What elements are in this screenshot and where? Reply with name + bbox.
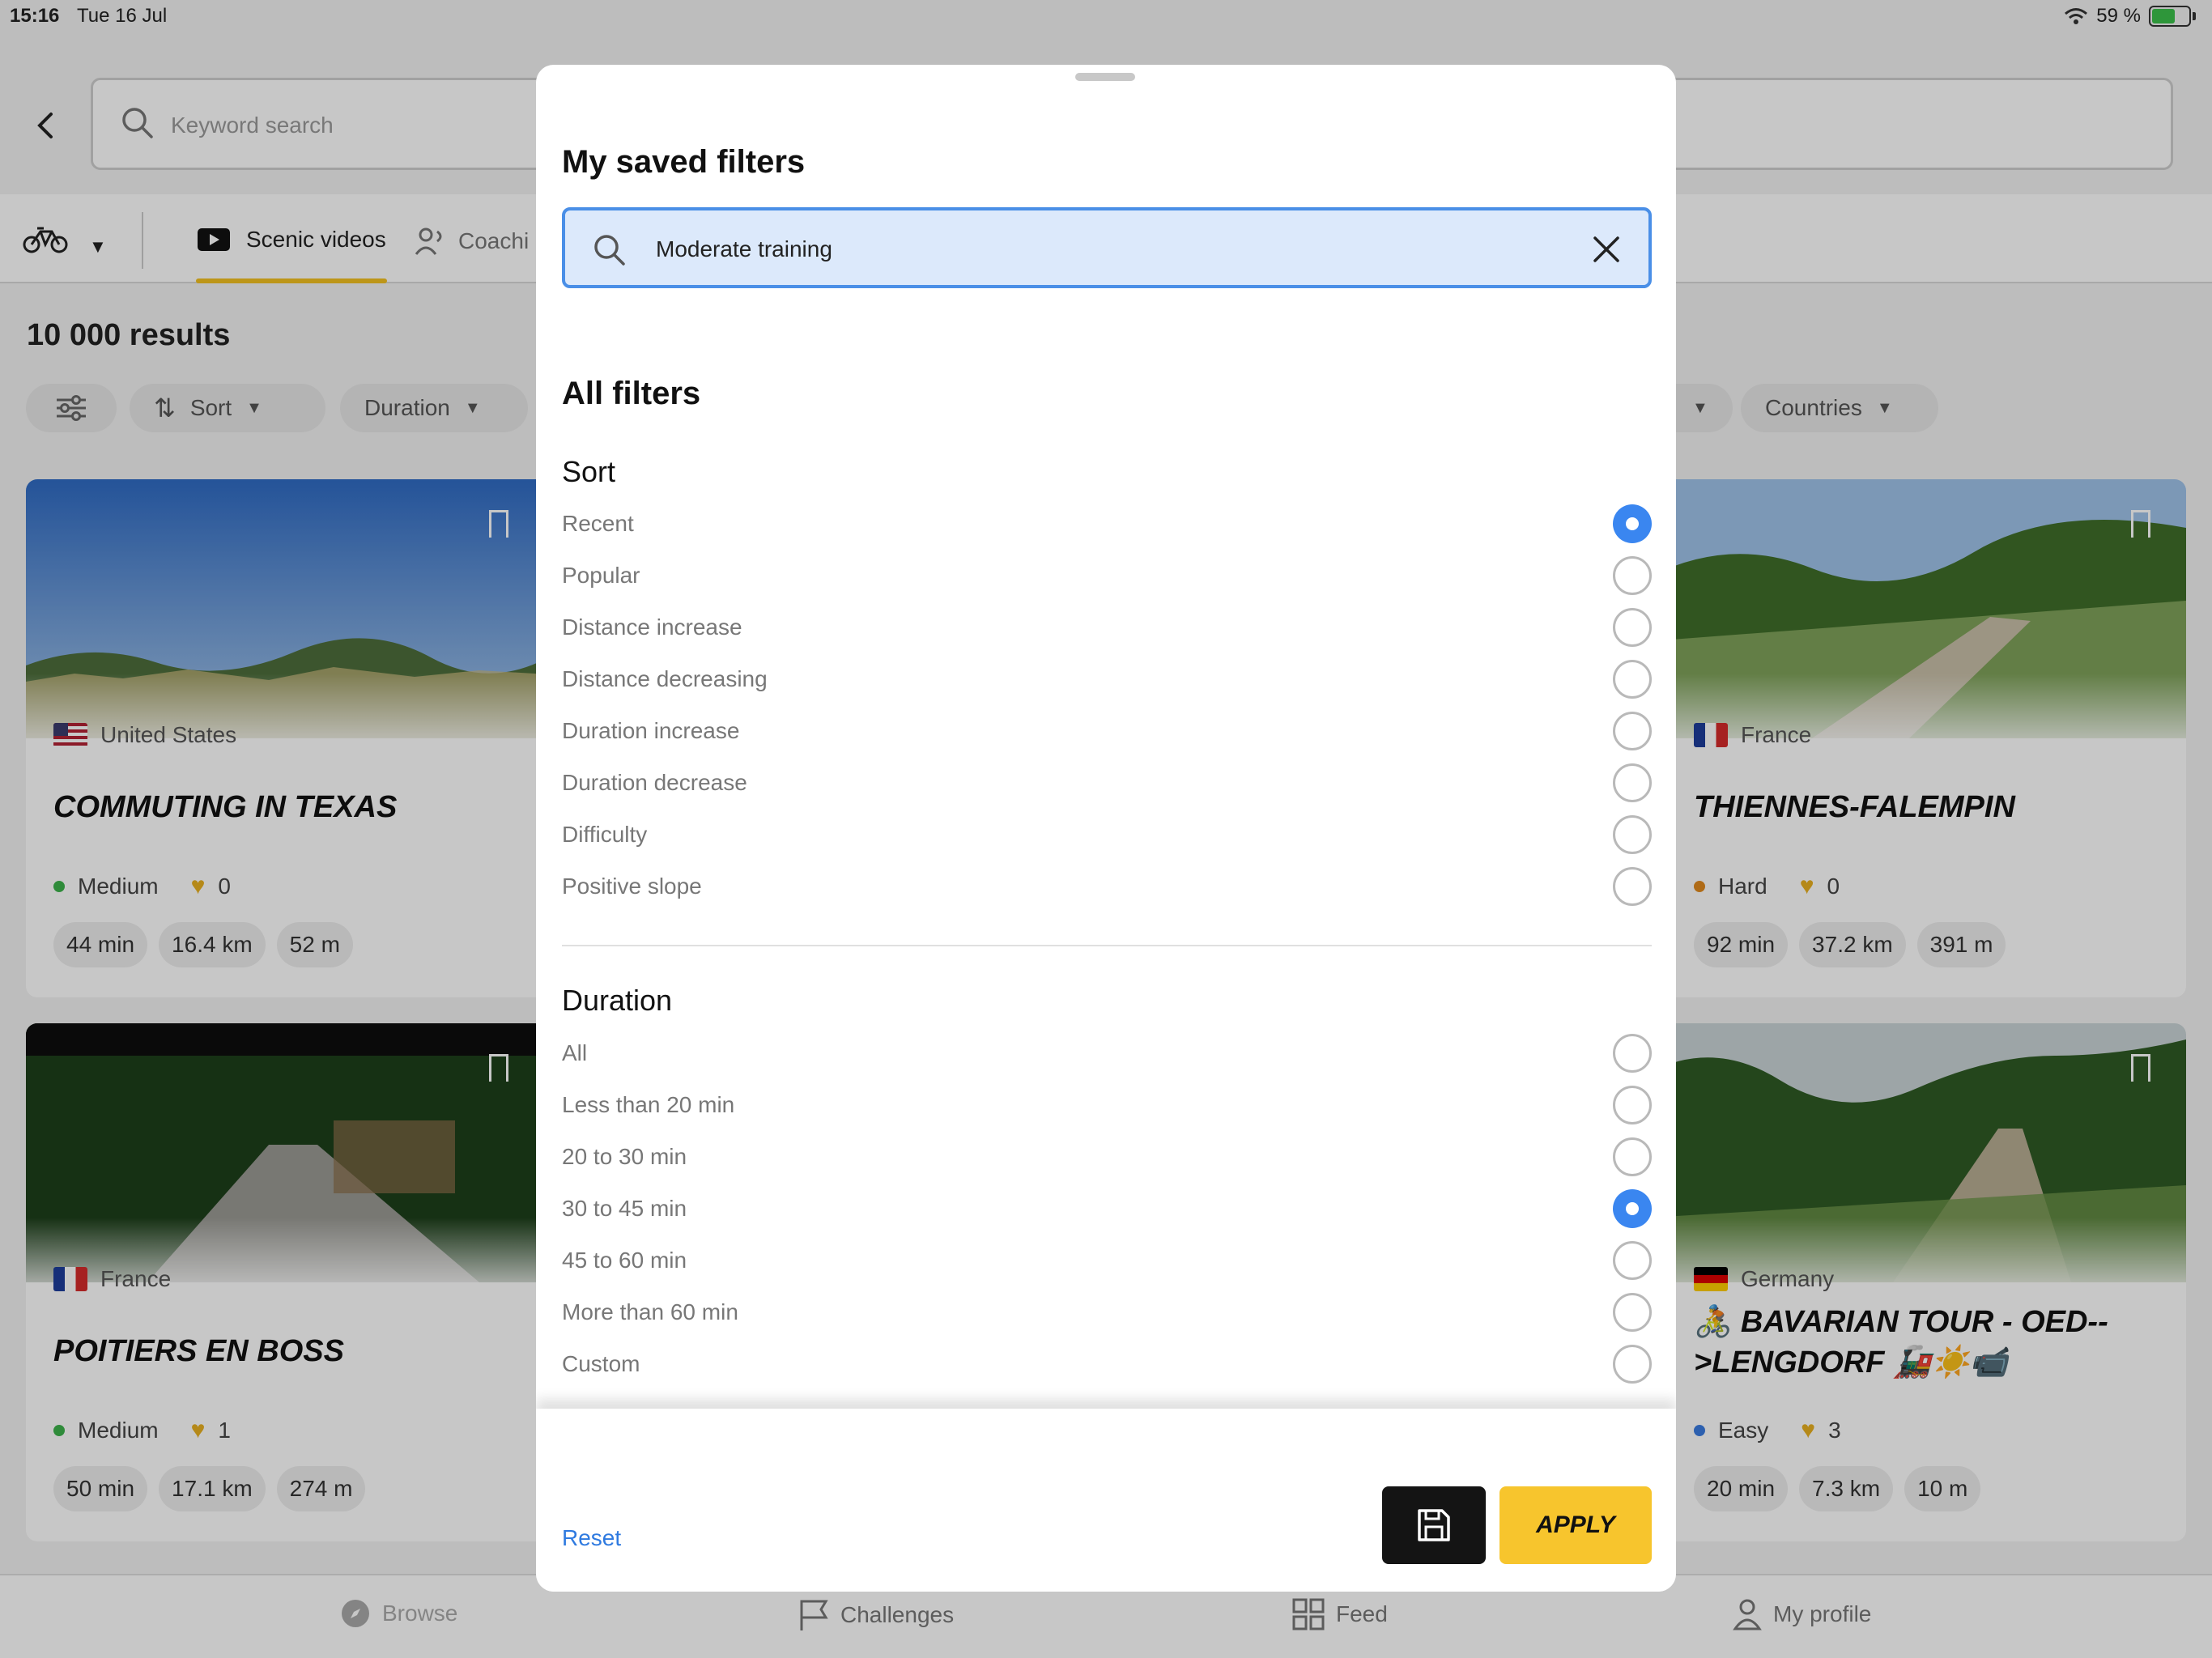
radio-option[interactable]: 30 to 45 min	[562, 1189, 1652, 1228]
radio-unselected-icon[interactable]	[1613, 608, 1652, 647]
radio-option[interactable]: Less than 20 min	[562, 1086, 1652, 1124]
radio-unselected-icon[interactable]	[1613, 1241, 1652, 1280]
floppy-disk-icon	[1418, 1509, 1450, 1541]
radio-option[interactable]: Distance decreasing	[562, 660, 1652, 699]
radio-unselected-icon[interactable]	[1613, 556, 1652, 595]
radio-unselected-icon[interactable]	[1613, 815, 1652, 854]
all-filters-title: All filters	[562, 376, 701, 411]
radio-option[interactable]: Distance increase	[562, 608, 1652, 647]
radio-unselected-icon[interactable]	[1613, 1293, 1652, 1332]
radio-option[interactable]: Custom	[562, 1345, 1652, 1384]
radio-selected-icon[interactable]	[1613, 504, 1652, 543]
radio-option-label: Distance decreasing	[562, 666, 768, 691]
radio-unselected-icon[interactable]	[1613, 1034, 1652, 1073]
save-filter-button[interactable]	[1382, 1486, 1486, 1564]
radio-unselected-icon[interactable]	[1613, 1137, 1652, 1176]
duration-section-title: Duration	[562, 984, 673, 1017]
radio-option[interactable]: 45 to 60 min	[562, 1241, 1652, 1280]
apply-button[interactable]: APPLY	[1499, 1486, 1652, 1564]
sort-section-title: Sort	[562, 455, 616, 488]
radio-unselected-icon[interactable]	[1613, 1345, 1652, 1384]
radio-unselected-icon[interactable]	[1613, 867, 1652, 906]
radio-option-label: Popular	[562, 563, 640, 588]
radio-unselected-icon[interactable]	[1613, 660, 1652, 699]
radio-option-label: 20 to 30 min	[562, 1144, 687, 1169]
radio-option-label: Less than 20 min	[562, 1092, 735, 1117]
saved-filter-input[interactable]: Moderate training	[562, 207, 1652, 288]
radio-option-label: All	[562, 1040, 588, 1065]
radio-option-label: Positive slope	[562, 874, 702, 899]
radio-option-label: Difficulty	[562, 822, 648, 847]
reset-button[interactable]: Reset	[562, 1525, 621, 1551]
radio-unselected-icon[interactable]	[1613, 763, 1652, 802]
radio-option-label: Duration decrease	[562, 770, 747, 795]
radio-option[interactable]: More than 60 min	[562, 1293, 1652, 1332]
radio-option[interactable]: Popular	[562, 556, 1652, 595]
search-icon	[594, 235, 625, 266]
radio-selected-icon[interactable]	[1613, 1189, 1652, 1228]
saved-filter-value: Moderate training	[656, 236, 832, 261]
radio-option[interactable]: All	[562, 1034, 1652, 1073]
sheet-footer: Reset APPLY	[536, 1409, 1676, 1592]
radio-option[interactable]: Duration decrease	[562, 763, 1652, 802]
radio-option-label: Custom	[562, 1351, 640, 1376]
radio-unselected-icon[interactable]	[1613, 712, 1652, 750]
radio-option[interactable]: 20 to 30 min	[562, 1137, 1652, 1176]
sheet-grabber[interactable]	[1075, 73, 1135, 81]
section-divider	[562, 945, 1652, 946]
radio-option[interactable]: Duration increase	[562, 712, 1652, 750]
radio-option[interactable]: Difficulty	[562, 815, 1652, 854]
close-icon[interactable]	[1589, 232, 1624, 267]
radio-option-label: 30 to 45 min	[562, 1196, 687, 1221]
radio-option-label: Recent	[562, 511, 634, 536]
radio-option-label: Duration increase	[562, 718, 740, 743]
radio-option-label: More than 60 min	[562, 1299, 738, 1324]
radio-option[interactable]: Positive slope	[562, 867, 1652, 906]
radio-option-label: Distance increase	[562, 614, 742, 640]
filters-sheet: My saved filters Moderate training All f…	[536, 65, 1676, 1592]
radio-unselected-icon[interactable]	[1613, 1086, 1652, 1124]
radio-option-label: 45 to 60 min	[562, 1248, 687, 1273]
radio-option[interactable]: Recent	[562, 504, 1652, 543]
saved-filters-title: My saved filters	[562, 144, 806, 180]
